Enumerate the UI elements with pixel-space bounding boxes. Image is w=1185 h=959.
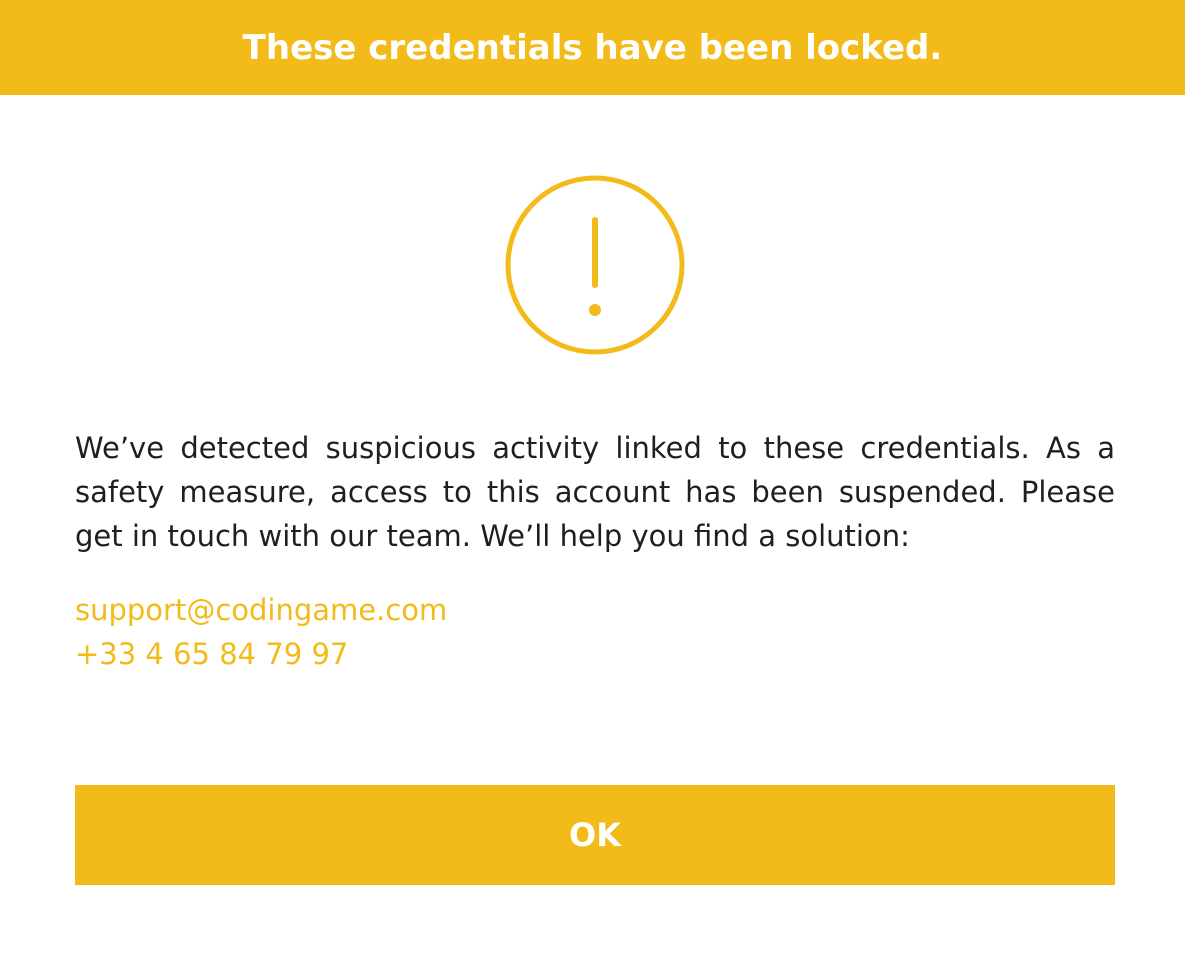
ok-button[interactable]: OK bbox=[75, 785, 1115, 885]
locked-credentials-dialog: These credentials have been locked. We’v… bbox=[0, 0, 1185, 959]
dialog-title: These credentials have been locked. bbox=[242, 27, 943, 68]
exclamation-circle-icon bbox=[505, 175, 685, 355]
dialog-header: These credentials have been locked. bbox=[0, 0, 1185, 95]
suspension-message: We’ve detected suspicious activity linke… bbox=[75, 431, 1115, 553]
support-contacts: support@codingame.com +33 4 65 84 79 97 bbox=[75, 588, 1115, 676]
support-email-link[interactable]: support@codingame.com bbox=[75, 588, 1115, 632]
support-phone-link[interactable]: +33 4 65 84 79 97 bbox=[75, 632, 1115, 676]
